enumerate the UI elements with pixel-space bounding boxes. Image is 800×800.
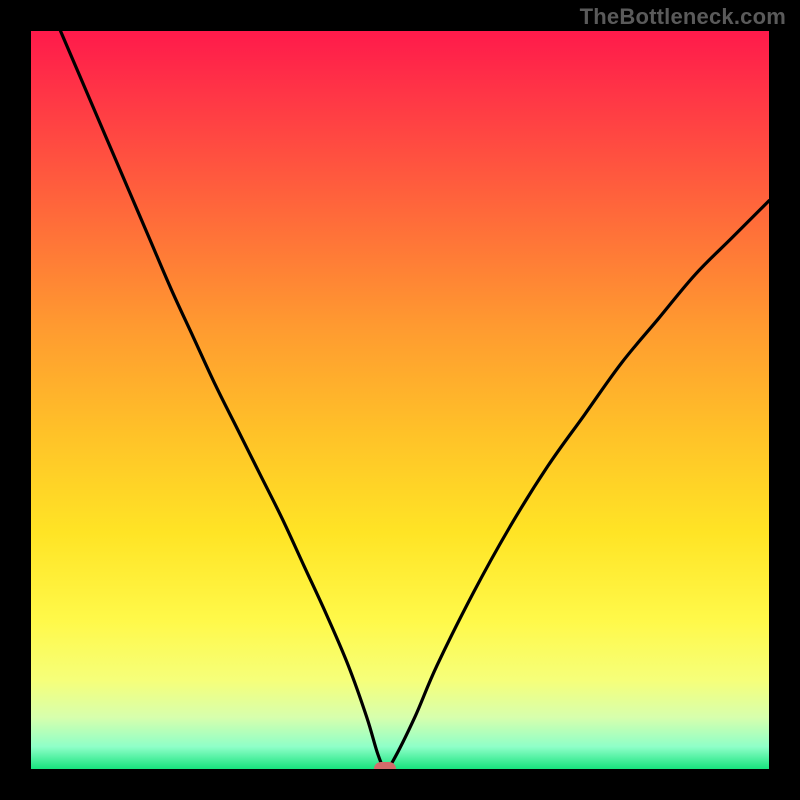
- chart-frame: TheBottleneck.com: [0, 0, 800, 800]
- plot-area: [31, 31, 769, 769]
- watermark-text: TheBottleneck.com: [580, 4, 786, 30]
- bottleneck-curve: [31, 31, 769, 769]
- optimal-point-marker: [374, 762, 396, 769]
